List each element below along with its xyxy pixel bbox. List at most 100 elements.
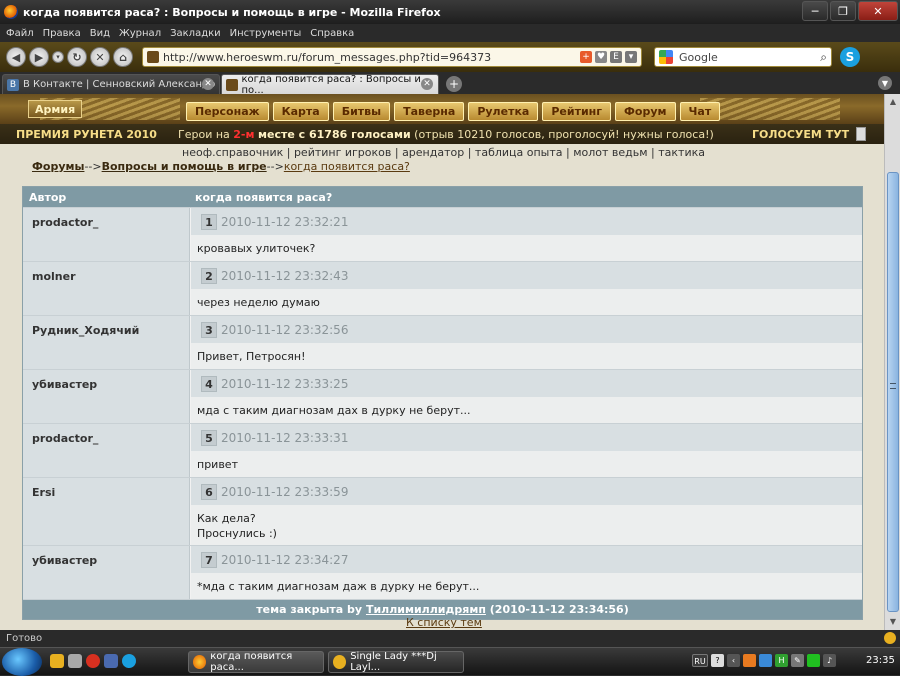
tray-pencil-icon[interactable]: ✎ bbox=[791, 654, 804, 667]
closed-by-user-link[interactable]: Тиллимиллидрямп bbox=[366, 603, 486, 616]
help-icon[interactable]: ? bbox=[711, 654, 724, 667]
breadcrumb-forums[interactable]: Форумы bbox=[32, 160, 84, 173]
tray-green-icon[interactable]: H bbox=[775, 654, 788, 667]
menu-battles[interactable]: Битвы bbox=[332, 102, 391, 121]
scroll-thumb[interactable] bbox=[887, 172, 899, 612]
add-bookmark-icon[interactable]: + bbox=[580, 51, 592, 63]
post-author[interactable]: molner bbox=[23, 262, 190, 315]
breadcrumb-section[interactable]: Вопросы и помощь в игре bbox=[102, 160, 267, 173]
tab-list-icon[interactable]: ▼ bbox=[878, 76, 892, 90]
tray-blue-icon[interactable] bbox=[759, 654, 772, 667]
firefox-icon bbox=[4, 5, 18, 19]
vote-here-link[interactable]: ГОЛОСУЕМ ТУТ bbox=[752, 128, 849, 141]
save-icon[interactable] bbox=[104, 654, 118, 668]
post-date: 2010-11-12 23:33:31 bbox=[221, 430, 349, 445]
post-author[interactable]: Ersi bbox=[23, 478, 190, 545]
tab-close-icon[interactable]: ✕ bbox=[421, 78, 433, 90]
scroll-down-arrow-icon[interactable]: ▼ bbox=[887, 616, 899, 628]
navigation-toolbar: ◀ ▶ ▾ ↻ ✕ ⌂ http://www.heroeswm.ru/forum… bbox=[0, 42, 900, 72]
new-tab-icon[interactable]: + bbox=[446, 76, 462, 92]
maximize-button[interactable]: ❐ bbox=[830, 1, 856, 21]
start-button[interactable] bbox=[2, 648, 42, 676]
menu-tools[interactable]: Инструменты bbox=[230, 28, 302, 39]
vote-icon[interactable] bbox=[856, 127, 866, 141]
footer-prefix: тема закрыта by bbox=[256, 603, 363, 616]
post-number[interactable]: 2 bbox=[201, 267, 217, 284]
url-bar[interactable]: http://www.heroeswm.ru/forum_messages.ph… bbox=[142, 47, 642, 67]
post-date: 2010-11-12 23:34:27 bbox=[221, 552, 349, 567]
translate-icon[interactable]: E bbox=[610, 51, 622, 63]
army-button[interactable]: Армия bbox=[28, 100, 83, 118]
post-meta: 2 2010-11-12 23:32:43 bbox=[191, 262, 862, 289]
google-icon[interactable] bbox=[659, 50, 673, 64]
close-button[interactable]: ✕ bbox=[858, 1, 898, 21]
taskbar-winamp[interactable]: Single Lady ***Dj Layl... bbox=[328, 651, 464, 673]
dropdown-arrow-icon[interactable]: ▾ bbox=[52, 51, 64, 63]
menu-character[interactable]: Персонаж bbox=[186, 102, 269, 121]
tab-forum[interactable]: когда появится раса? : Вопросы и по... ✕ bbox=[221, 74, 439, 96]
volume-icon[interactable]: ♪ bbox=[823, 654, 836, 667]
menu-bookmarks[interactable]: Закладки bbox=[170, 28, 221, 39]
reload-icon[interactable]: ↻ bbox=[67, 47, 87, 67]
post-meta: 7 2010-11-12 23:34:27 bbox=[191, 546, 862, 573]
post-meta: 1 2010-11-12 23:32:21 bbox=[191, 208, 862, 235]
menu-roulette[interactable]: Рулетка bbox=[468, 102, 539, 121]
scroll-up-arrow-icon[interactable]: ▲ bbox=[887, 96, 899, 108]
window-controls: ─ ❐ ✕ bbox=[802, 1, 898, 21]
post-message: кровавых улиточек? bbox=[191, 235, 862, 261]
search-box[interactable]: Google ⌕ bbox=[654, 47, 832, 67]
post-number[interactable]: 1 bbox=[201, 213, 217, 230]
tray-shield-icon[interactable] bbox=[807, 654, 820, 667]
arrow-icon[interactable]: ‹ bbox=[727, 654, 740, 667]
menu-history[interactable]: Журнал bbox=[119, 28, 161, 39]
menu-view[interactable]: Вид bbox=[90, 28, 110, 39]
forum-post: molner 2 2010-11-12 23:32:43 через недел… bbox=[23, 261, 862, 315]
game-menu-bar: Армия Персонаж Карта Битвы Таверна Рулет… bbox=[0, 94, 884, 124]
skype-icon[interactable]: S bbox=[840, 47, 860, 67]
language-indicator[interactable]: RU bbox=[692, 654, 708, 667]
menu-help[interactable]: Справка bbox=[310, 28, 354, 39]
menu-chat[interactable]: Чат bbox=[679, 102, 721, 121]
winamp-icon[interactable] bbox=[50, 654, 64, 668]
stop-icon[interactable]: ✕ bbox=[90, 47, 110, 67]
breadcrumb-topic[interactable]: когда появится раса? bbox=[284, 160, 410, 173]
post-author[interactable]: убивастер bbox=[23, 370, 190, 423]
status-bar: Готово bbox=[0, 630, 900, 647]
url-dropdown-icon[interactable]: ▾ bbox=[625, 51, 637, 63]
menu-file[interactable]: Файл bbox=[6, 28, 34, 39]
menu-forum[interactable]: Форум bbox=[615, 102, 676, 121]
quick-links[interactable]: неоф.справочник | рейтинг игроков | арен… bbox=[182, 146, 705, 159]
back-arrow-icon[interactable]: ◀ bbox=[6, 47, 26, 67]
opera-icon[interactable] bbox=[86, 654, 100, 668]
tray-orange-icon[interactable] bbox=[743, 654, 756, 667]
forum-post: убивастер 7 2010-11-12 23:34:27 *мда с т… bbox=[23, 545, 862, 599]
post-number[interactable]: 5 bbox=[201, 429, 217, 446]
minimize-button[interactable]: ─ bbox=[802, 1, 828, 21]
post-number[interactable]: 6 bbox=[201, 483, 217, 500]
forum-table-header: Автор когда появится раса? bbox=[23, 187, 862, 207]
vertical-scrollbar[interactable]: ▲ ▼ bbox=[884, 94, 900, 630]
post-number[interactable]: 7 bbox=[201, 551, 217, 568]
skype-icon[interactable] bbox=[122, 654, 136, 668]
post-number[interactable]: 4 bbox=[201, 375, 217, 392]
menu-tavern[interactable]: Таверна bbox=[394, 102, 465, 121]
tab-close-icon[interactable]: ✕ bbox=[202, 78, 214, 90]
tab-vkontakte[interactable]: B В Контакте | Сенновский Александр ✕ bbox=[2, 74, 220, 94]
menu-edit[interactable]: Правка bbox=[43, 28, 81, 39]
post-author[interactable]: убивастер bbox=[23, 546, 190, 599]
smiley-icon[interactable] bbox=[884, 632, 896, 644]
post-meta: 4 2010-11-12 23:33:25 bbox=[191, 370, 862, 397]
heart-icon[interactable]: ♥ bbox=[595, 51, 607, 63]
post-number[interactable]: 3 bbox=[201, 321, 217, 338]
search-icon[interactable]: ⌕ bbox=[820, 50, 827, 65]
post-author[interactable]: prodactor_ bbox=[23, 208, 190, 261]
taskbar-firefox[interactable]: когда появится раса... bbox=[188, 651, 324, 673]
menu-rating[interactable]: Рейтинг bbox=[542, 102, 612, 121]
post-author[interactable]: Рудник_Ходячий bbox=[23, 316, 190, 369]
forward-arrow-icon[interactable]: ▶ bbox=[29, 47, 49, 67]
back-to-topics-link[interactable]: К списку тем bbox=[406, 616, 482, 629]
menu-map[interactable]: Карта bbox=[272, 102, 329, 121]
post-author[interactable]: prodactor_ bbox=[23, 424, 190, 477]
tools-icon[interactable] bbox=[68, 654, 82, 668]
home-icon[interactable]: ⌂ bbox=[113, 47, 133, 67]
